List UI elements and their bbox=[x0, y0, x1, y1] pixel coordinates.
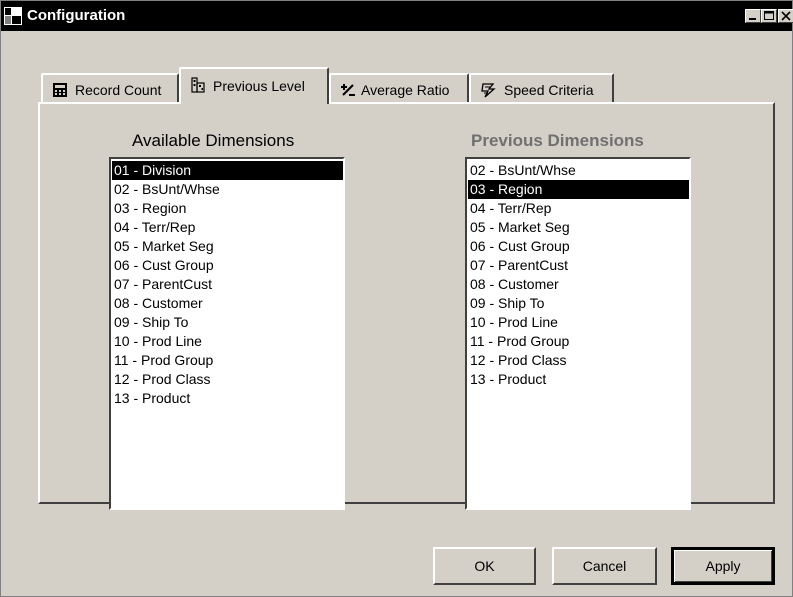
tab-label: Previous Level bbox=[213, 78, 305, 94]
building-icon bbox=[191, 77, 205, 93]
tab-label: Speed Criteria bbox=[504, 82, 594, 98]
list-item[interactable]: 09 - Ship To bbox=[468, 294, 689, 313]
list-item[interactable]: 13 - Product bbox=[112, 389, 343, 408]
configuration-window: Configuration Record Count Average Ratio bbox=[0, 0, 793, 597]
tab-record-count[interactable]: Record Count bbox=[41, 73, 179, 103]
list-item[interactable]: 10 - Prod Line bbox=[468, 313, 689, 332]
cancel-button[interactable]: Cancel bbox=[552, 547, 657, 585]
title-bar[interactable]: Configuration bbox=[1, 1, 793, 31]
list-item[interactable]: 08 - Customer bbox=[112, 294, 343, 313]
list-item[interactable]: 13 - Product bbox=[468, 370, 689, 389]
tab-label: Average Ratio bbox=[361, 82, 450, 98]
list-item[interactable]: 11 - Prod Group bbox=[468, 332, 689, 351]
close-button[interactable] bbox=[778, 9, 793, 23]
maximize-button[interactable] bbox=[761, 9, 777, 23]
list-item[interactable]: 12 - Prod Class bbox=[112, 370, 343, 389]
list-item[interactable]: 05 - Market Seg bbox=[112, 237, 343, 256]
apply-button[interactable]: Apply bbox=[671, 547, 775, 585]
speed-icon bbox=[481, 83, 496, 98]
previous-dimensions-list[interactable]: 02 - BsUnt/Whse 03 - Region 04 - Terr/Rep 0… bbox=[465, 157, 691, 510]
minimize-icon bbox=[749, 18, 756, 20]
list-item[interactable]: 03 - Region bbox=[468, 180, 689, 199]
close-icon bbox=[781, 11, 791, 21]
list-item[interactable]: 02 - BsUnt/Whse bbox=[112, 180, 343, 199]
calculator-icon bbox=[53, 83, 67, 97]
tab-label: Record Count bbox=[75, 82, 162, 98]
plus-minus-icon bbox=[341, 84, 355, 96]
list-item[interactable]: 11 - Prod Group bbox=[112, 351, 343, 370]
list-item[interactable]: 07 - ParentCust bbox=[112, 275, 343, 294]
list-item[interactable]: 07 - ParentCust bbox=[468, 256, 689, 275]
list-item[interactable]: 04 - Terr/Rep bbox=[468, 199, 689, 218]
list-item[interactable]: 12 - Prod Class bbox=[468, 351, 689, 370]
minimize-button[interactable] bbox=[745, 9, 761, 23]
list-item[interactable]: 08 - Customer bbox=[468, 275, 689, 294]
available-dimensions-list[interactable]: 01 - Division 02 - BsUnt/Whse 03 - Region 0… bbox=[109, 157, 345, 510]
list-item[interactable]: 03 - Region bbox=[112, 199, 343, 218]
window-title: Configuration bbox=[27, 7, 126, 24]
list-item[interactable]: 02 - BsUnt/Whse bbox=[468, 161, 689, 180]
app-icon bbox=[4, 7, 22, 25]
list-item[interactable]: 06 - Cust Group bbox=[468, 237, 689, 256]
list-item[interactable]: 09 - Ship To bbox=[112, 313, 343, 332]
ok-button[interactable]: OK bbox=[433, 547, 536, 585]
list-item[interactable]: 01 - Division bbox=[112, 161, 343, 180]
tab-previous-level[interactable]: Previous Level bbox=[179, 67, 329, 104]
tab-average-ratio[interactable]: Average Ratio bbox=[329, 73, 469, 103]
tab-speed-criteria[interactable]: Speed Criteria bbox=[469, 73, 614, 103]
list-item[interactable]: 06 - Cust Group bbox=[112, 256, 343, 275]
list-item[interactable]: 05 - Market Seg bbox=[468, 218, 689, 237]
maximize-icon bbox=[764, 11, 774, 20]
available-dimensions-title: Available Dimensions bbox=[132, 131, 295, 150]
list-item[interactable]: 10 - Prod Line bbox=[112, 332, 343, 351]
previous-dimensions-title: Previous Dimensions bbox=[471, 131, 644, 150]
list-item[interactable]: 04 - Terr/Rep bbox=[112, 218, 343, 237]
